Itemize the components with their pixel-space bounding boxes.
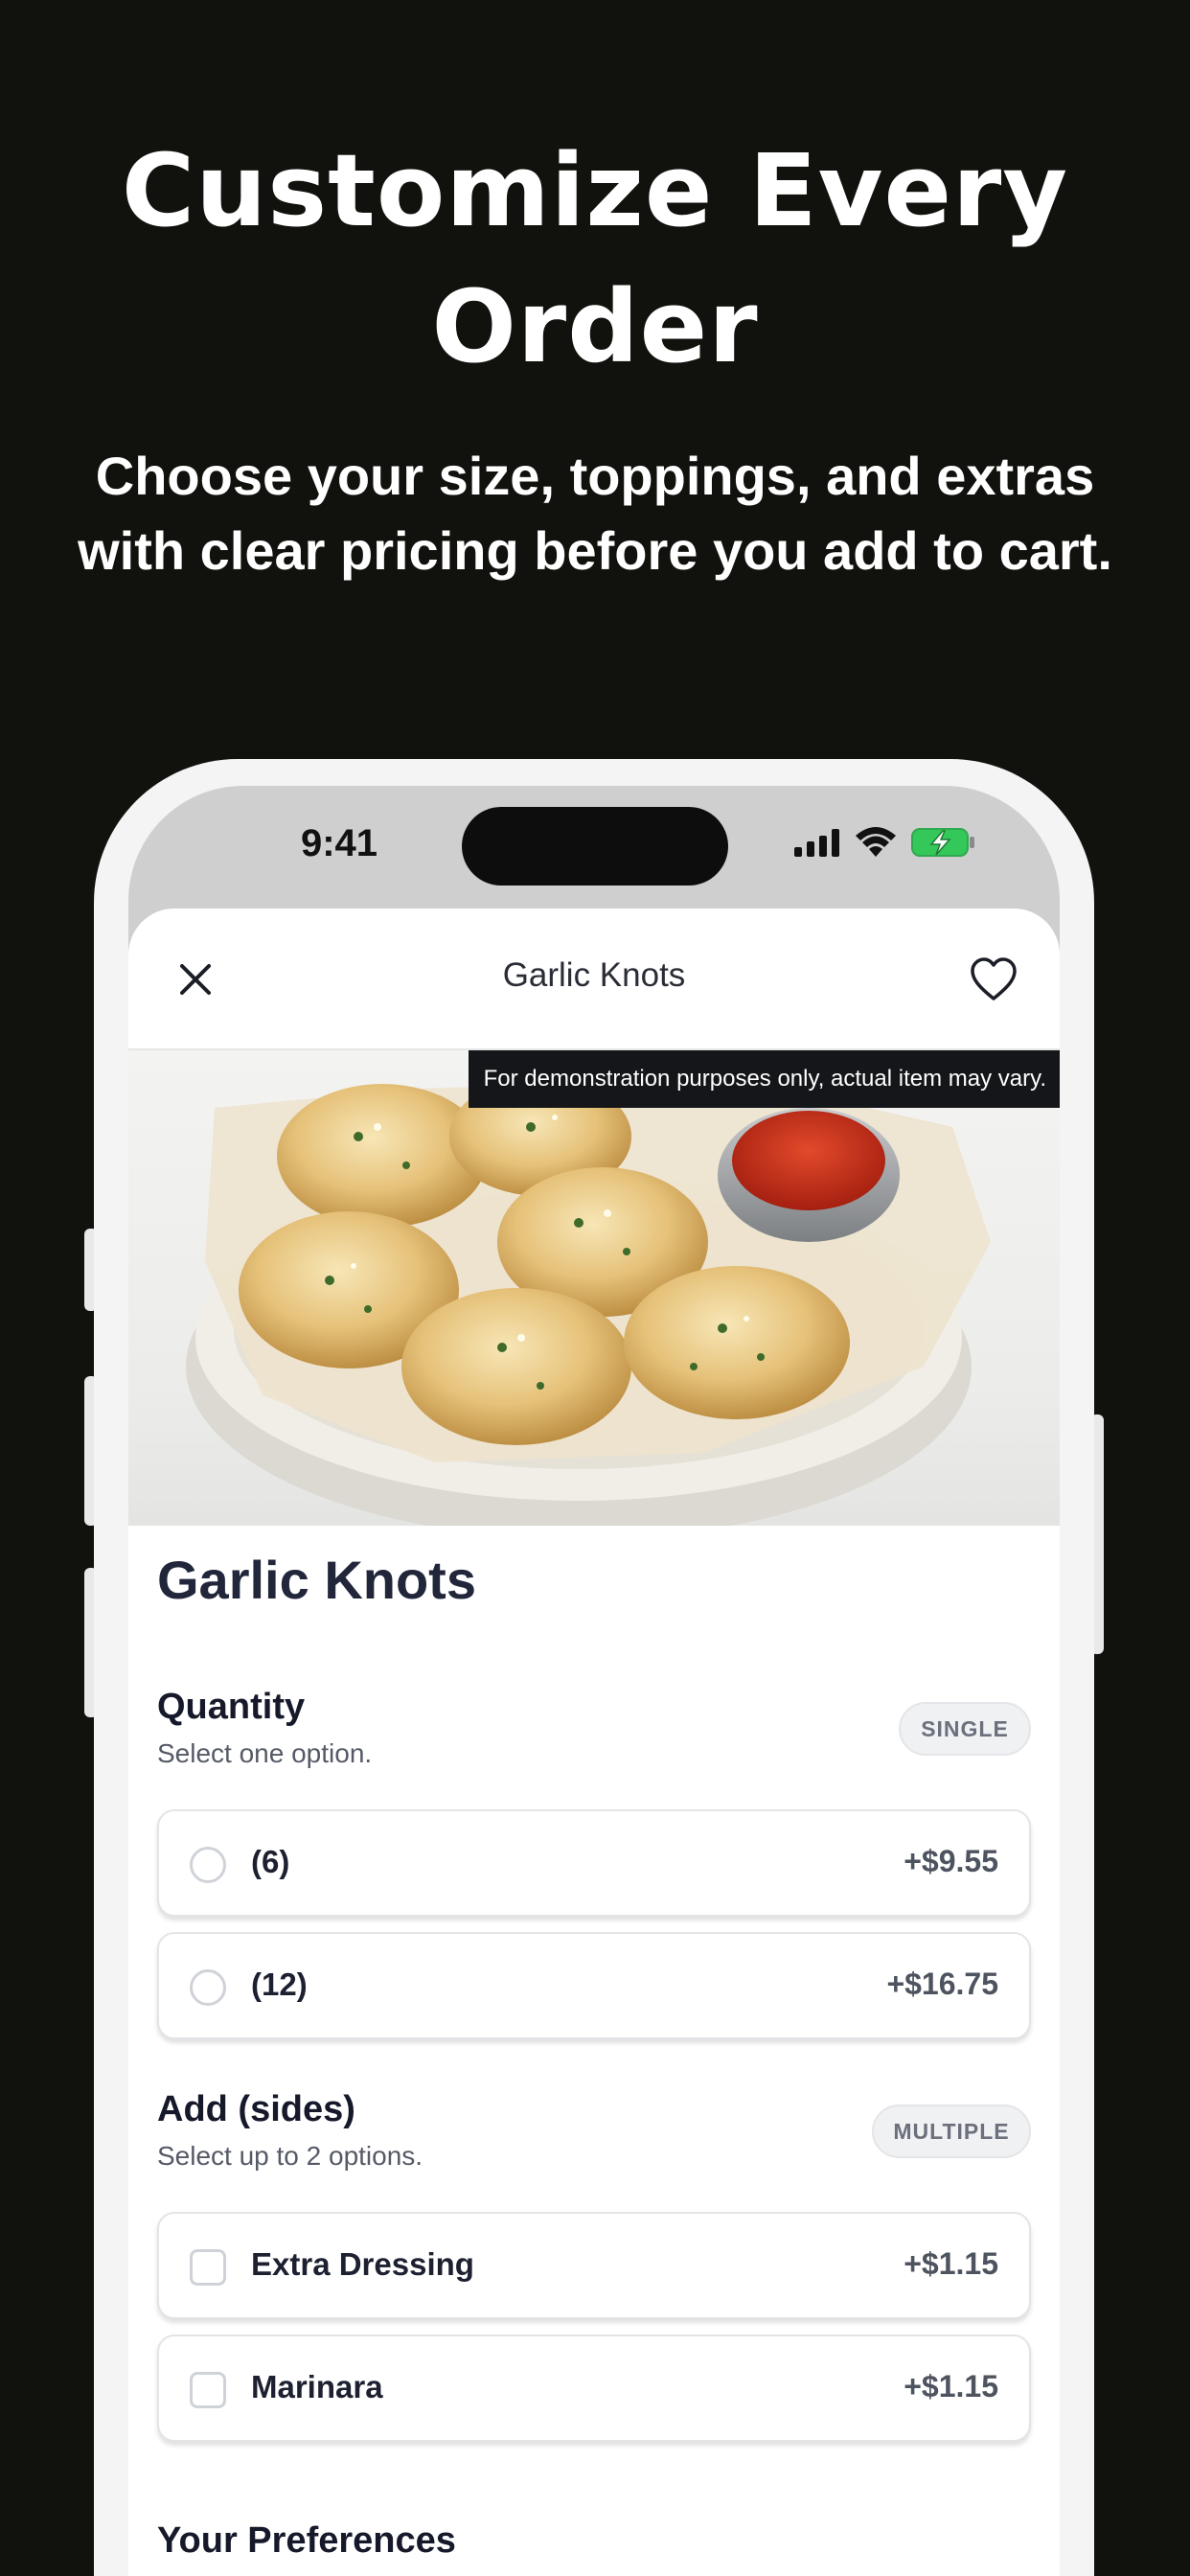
item-image: For demonstration purposes only, actual … [128,1050,1060,1526]
image-disclaimer: For demonstration purposes only, actual … [468,1050,1060,1108]
quantity-section-title: Quantity [157,1687,306,1727]
sides-section-title: Add (sides) [157,2089,355,2129]
option-price: +$16.75 [886,1966,998,2001]
garlic-knots-illustration [186,1077,991,1526]
quantity-option-6[interactable]: (6) +$9.55 [157,1809,1031,1917]
top-nav-bar: Garlic Knots [128,908,1060,1050]
promo-subline: Choose your size, toppings, and extras w… [78,446,1112,581]
multiple-select-badge: MULTIPLE [872,2104,1031,2158]
option-label: Extra Dressing [251,2246,474,2282]
option-price: +$9.55 [904,1844,998,1878]
phone-screen: 9:41 Garlic Knots For demonstration purp… [128,786,1060,2576]
status-time: 9:41 [300,822,378,864]
heart-icon[interactable] [970,956,1018,1002]
radio-button[interactable] [190,1847,226,1883]
sides-section-subtitle: Select up to 2 options. [157,2141,423,2171]
status-icons [793,826,977,863]
cellular-signal-icon [793,828,841,862]
item-title: Garlic Knots [157,1550,476,1610]
quantity-section-subtitle: Select one option. [157,1738,373,1768]
radio-button[interactable] [190,1969,226,2006]
nav-title: Garlic Knots [502,956,686,994]
promo-headline: Customize Every Order [121,132,1069,385]
wifi-icon [855,827,897,862]
battery-charging-icon [910,826,977,863]
option-label: Marinara [251,2369,383,2404]
item-detail-sheet: Garlic Knots For demonstration purposes … [128,908,1060,2576]
option-label: (6) [251,1844,290,1879]
option-label: (12) [251,1966,308,2002]
sides-option-extra-dressing[interactable]: Extra Dressing +$1.15 [157,2212,1031,2319]
dynamic-island [462,807,728,886]
sides-option-marinara[interactable]: Marinara +$1.15 [157,2334,1031,2442]
option-price: +$1.15 [904,2369,998,2404]
option-price: +$1.15 [904,2246,998,2281]
preferences-section-title: Your Preferences [157,2520,456,2561]
checkbox[interactable] [190,2249,226,2286]
checkbox[interactable] [190,2372,226,2408]
single-select-badge: SINGLE [899,1702,1031,1756]
quantity-option-12[interactable]: (12) +$16.75 [157,1932,1031,2039]
